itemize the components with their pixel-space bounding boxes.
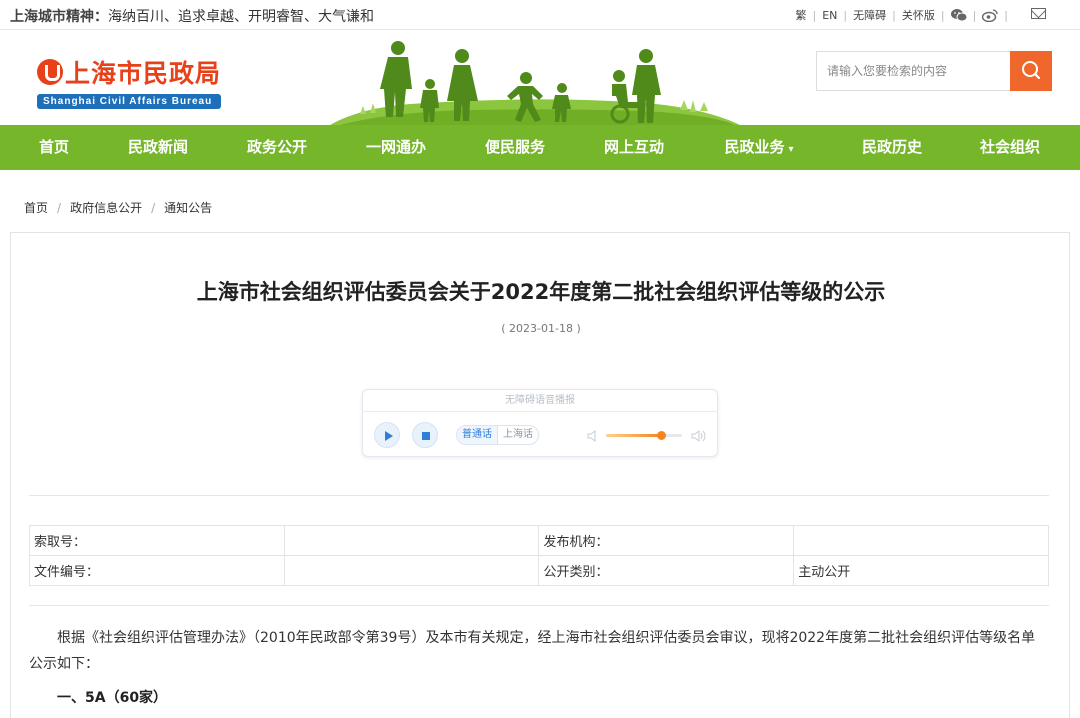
table-row: 文件编号： 公开类别： 主动公开 [29,555,1049,586]
nav-civil-affairs-business-label: 民政业务 [724,138,785,156]
disclosure-category-label: 公开类别： [538,555,795,586]
play-icon [385,431,393,441]
utility-links: 繁 | EN | 无障碍 | 关怀版 | | | [796,7,1015,23]
shanghainese-option[interactable]: 上海话 [498,426,538,444]
motto-text: 海纳百川、追求卓越、开明睿智、大气谦和 [108,9,374,25]
breadcrumb-separator: / [57,201,62,215]
divider [29,605,1049,606]
nav-gov-affairs[interactable]: 政务公开 [208,125,346,170]
nav-civil-affairs-business[interactable]: 民政业务 ▾ [684,125,834,170]
top-bar: 上海城市精神：海纳百川、追求卓越、开明睿智、大气谦和 繁 | EN | 无障碍 … [0,0,1080,30]
volume-fill [606,434,661,437]
bureau-emblem-icon [37,59,63,85]
logo-english-name: Shanghai Civil Affairs Bureau [37,94,222,109]
article-date: ( 2023-01-18 ) [501,322,581,335]
divider: | [892,8,896,22]
document-number-label: 文件编号： [29,555,285,586]
mandarin-option[interactable]: 普通话 [457,426,498,444]
document-number-value [283,555,540,586]
stop-button[interactable] [412,422,438,448]
bureau-logo[interactable]: 上海市民政局 Shanghai Civil Affairs Bureau [37,54,222,109]
logo-chinese-name: 上海市民政局 [65,59,222,88]
volume-slider[interactable] [606,431,682,440]
weibo-icon[interactable] [982,8,998,23]
disclosure-category-value: 主动公开 [793,555,1049,586]
nav-home[interactable]: 首页 [0,125,108,170]
accessibility-link[interactable]: 无障碍 [853,7,886,23]
document-meta-table: 索取号： 发布机构： 文件编号： 公开类别： 主动公开 [29,525,1049,586]
motto-label: 上海城市精神： [10,9,108,25]
city-spirit-motto: 上海城市精神：海纳百川、追求卓越、开明睿智、大气谦和 [10,6,374,26]
site-header: 上海市民政局 Shanghai Civil Affairs Bureau [0,30,1080,125]
breadcrumb-gov-info[interactable]: 政府信息公开 [70,201,142,215]
main-nav: 首页 民政新闻 政务公开 一网通办 便民服务 网上互动 民政业务 ▾ 民政历史 社… [0,125,1080,170]
english-link[interactable]: EN [822,9,837,22]
publisher-value [793,525,1049,556]
logo-title-row: 上海市民政局 [37,54,221,90]
nav-online-interaction[interactable]: 网上互动 [584,125,684,170]
nav-history[interactable]: 民政历史 [834,125,950,170]
divider: | [1004,8,1008,22]
breadcrumb-notices[interactable]: 通知公告 [164,201,212,215]
volume-up-icon[interactable] [691,429,707,443]
nav-one-stop-service[interactable]: 一网通办 [346,125,446,170]
nav-public-service[interactable]: 便民服务 [446,125,584,170]
caret-down-icon: ▾ [788,144,794,155]
table-row: 索取号： 发布机构： [29,525,1049,556]
divider [29,495,1049,496]
index-number-value [283,525,540,556]
stop-icon [422,432,430,440]
dialect-switch: 普通话 上海话 [456,425,539,445]
divider: | [972,8,977,22]
mail-icon[interactable] [1031,8,1046,19]
player-header: 无障碍语音播报 [363,390,717,412]
search-button[interactable] [1010,51,1052,91]
article-container: 上海市社会组织评估委员会关于2022年度第二批社会组织评估等级的公示 ( 202… [10,232,1070,718]
breadcrumb-separator: / [151,201,156,215]
play-button[interactable] [374,422,400,448]
audio-reader-player: 无障碍语音播报 普通话 上海话 [362,389,718,457]
site-search [816,51,1052,91]
family-silhouette-banner [330,41,740,125]
publisher-label: 发布机构： [538,525,795,556]
search-icon [1022,61,1041,80]
nav-news[interactable]: 民政新闻 [108,125,208,170]
care-mode-link[interactable]: 关怀版 [902,7,935,23]
article-title: 上海市社会组织评估委员会关于2022年度第二批社会组织评估等级的公示 [196,280,886,304]
search-input[interactable] [817,52,1011,90]
wechat-icon[interactable] [950,8,968,22]
volume-knob[interactable] [656,431,666,440]
traditional-chinese-link[interactable]: 繁 [796,7,807,23]
divider: | [940,8,945,22]
nav-social-organizations[interactable]: 社会组织 [950,125,1070,170]
index-number-label: 索取号： [29,525,285,556]
divider: | [843,8,848,22]
breadcrumb-home[interactable]: 首页 [24,201,48,215]
article-paragraph: 根据《社会组织评估管理办法》（2010年民政部令第39号）及本市有关规定，经上海… [29,630,1036,672]
section-heading: 一、5A（60家） [57,690,168,706]
volume-mute-icon[interactable] [587,429,599,443]
breadcrumb: 首页 / 政府信息公开 / 通知公告 [24,199,212,216]
divider: | [812,8,817,22]
